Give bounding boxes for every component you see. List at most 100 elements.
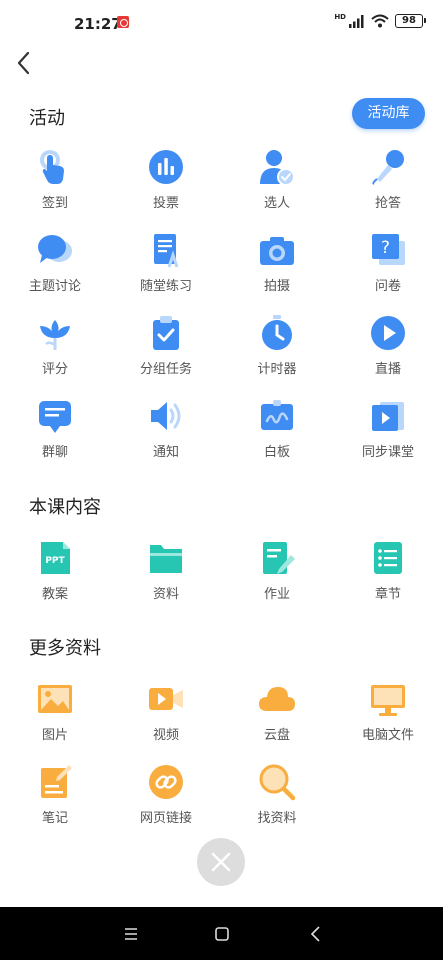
course-item-homework[interactable]: 作业: [222, 539, 332, 619]
section-title-activity: 活动: [29, 108, 65, 129]
monitor-icon: [371, 685, 405, 716]
more-label: 找资料: [257, 811, 297, 826]
video-icon: [149, 688, 183, 710]
ppt-badge: PPT: [45, 556, 65, 566]
activity-item-topic-discussion[interactable]: 主题讨论: [0, 231, 110, 311]
activity-label: 拍摄: [263, 279, 290, 294]
more-item-cloud-drive[interactable]: 云盘: [222, 680, 332, 760]
group-chat-icon: [39, 401, 71, 433]
hd-label: HD: [334, 12, 346, 21]
activity-item-notice[interactable]: 通知: [111, 397, 221, 477]
course-item-materials[interactable]: 资料: [111, 539, 221, 619]
status-time: 21:27: [74, 15, 122, 33]
speaker-icon: [151, 402, 181, 430]
more-item-video[interactable]: 视频: [111, 680, 221, 760]
activity-item-quick-answer[interactable]: 抢答: [333, 148, 443, 228]
activity-label: 群聊: [41, 445, 68, 460]
activity-label: 问卷: [374, 279, 401, 294]
wifi-icon: [371, 14, 389, 28]
homework-icon: [263, 542, 295, 574]
more-item-computer-files[interactable]: 电脑文件: [333, 680, 443, 760]
activity-label: 签到: [41, 196, 68, 211]
tap-checkin-icon: [40, 150, 64, 184]
activity-item-checkin[interactable]: 签到: [0, 148, 110, 228]
activity-label: 投票: [152, 196, 179, 211]
activity-label: 计时器: [257, 362, 297, 377]
activity-label: 选人: [263, 196, 290, 211]
activity-item-vote[interactable]: 投票: [111, 148, 221, 228]
system-icons: HD 98: [334, 12, 426, 28]
person-select-icon: [260, 150, 295, 186]
timer-icon: [262, 315, 292, 350]
activity-item-photo[interactable]: 拍摄: [222, 231, 332, 311]
more-item-web-link[interactable]: 网页链接: [111, 763, 221, 843]
more-item-notes[interactable]: 笔记: [0, 763, 110, 843]
activity-label: 直播: [374, 362, 401, 377]
cloud-icon: [259, 687, 295, 711]
course-item-lesson-plan[interactable]: PPT 教案: [0, 539, 110, 619]
more-item-image[interactable]: 图片: [0, 680, 110, 760]
activity-label: 通知: [152, 445, 179, 460]
signal-icon: [349, 14, 364, 28]
activity-label: 分组任务: [139, 362, 192, 377]
activity-item-class-exercise[interactable]: 随堂练习: [111, 231, 221, 311]
notification-icon: [117, 16, 129, 28]
image-icon: [38, 685, 72, 713]
ppt-icon: PPT: [41, 542, 70, 574]
more-label: 图片: [41, 728, 68, 743]
flower-rating-icon: [40, 320, 70, 350]
clipboard-check-icon: [153, 316, 179, 350]
microphone-icon: [372, 150, 404, 185]
activity-label: 评分: [41, 362, 68, 377]
link-icon: [149, 765, 183, 799]
section-title-course: 本课内容: [29, 497, 101, 518]
activity-item-group-task[interactable]: 分组任务: [111, 314, 221, 394]
activity-item-group-chat[interactable]: 群聊: [0, 397, 110, 477]
battery-icon: 98: [395, 14, 426, 28]
more-item-find-materials[interactable]: 找资料: [222, 763, 332, 843]
activity-item-sync-class[interactable]: 同步课堂: [333, 397, 443, 477]
activity-item-questionnaire[interactable]: ? 问卷: [333, 231, 443, 311]
activity-label: 同步课堂: [361, 445, 414, 460]
more-label: 网页链接: [139, 811, 192, 826]
menu-icon[interactable]: [121, 924, 141, 944]
activity-item-timer[interactable]: 计时器: [222, 314, 332, 394]
folder-icon: [150, 545, 182, 573]
activity-label: 白板: [263, 445, 290, 460]
bar-chart-vote-icon: [149, 150, 183, 184]
course-label: 作业: [263, 587, 290, 602]
more-label: 云盘: [263, 728, 290, 743]
course-label: 教案: [41, 587, 68, 602]
search-icon: [259, 764, 296, 801]
activity-label: 随堂练习: [139, 279, 192, 294]
close-icon: [211, 852, 231, 872]
svg-text:?: ?: [381, 238, 390, 258]
status-bar: 21:27 HD 98: [0, 0, 443, 46]
exercise-doc-icon: [154, 234, 179, 268]
questionnaire-icon: ?: [372, 234, 405, 265]
camera-icon: [260, 237, 294, 265]
activity-item-rating[interactable]: 评分: [0, 314, 110, 394]
back-nav-icon[interactable]: [306, 924, 326, 944]
activity-label: 抢答: [374, 196, 401, 211]
home-icon[interactable]: [212, 924, 232, 944]
activity-label: 主题讨论: [28, 279, 81, 294]
more-label: 电脑文件: [361, 728, 414, 743]
whiteboard-icon: [261, 400, 293, 430]
back-arrow-icon[interactable]: [12, 50, 38, 76]
sync-class-icon: [372, 402, 404, 431]
system-nav-bar: [0, 907, 443, 960]
note-icon: [41, 765, 72, 798]
activity-item-select-person[interactable]: 选人: [222, 148, 332, 228]
activity-item-live[interactable]: 直播: [333, 314, 443, 394]
more-label: 笔记: [41, 811, 68, 826]
close-button[interactable]: [197, 838, 245, 886]
chapter-list-icon: [374, 542, 402, 574]
activity-library-button[interactable]: 活动库: [352, 98, 425, 129]
activity-item-whiteboard[interactable]: 白板: [222, 397, 332, 477]
play-circle-icon: [371, 316, 405, 350]
more-label: 视频: [152, 728, 179, 743]
section-title-more: 更多资料: [29, 638, 101, 659]
course-item-chapters[interactable]: 章节: [333, 539, 443, 619]
course-label: 章节: [374, 587, 401, 602]
